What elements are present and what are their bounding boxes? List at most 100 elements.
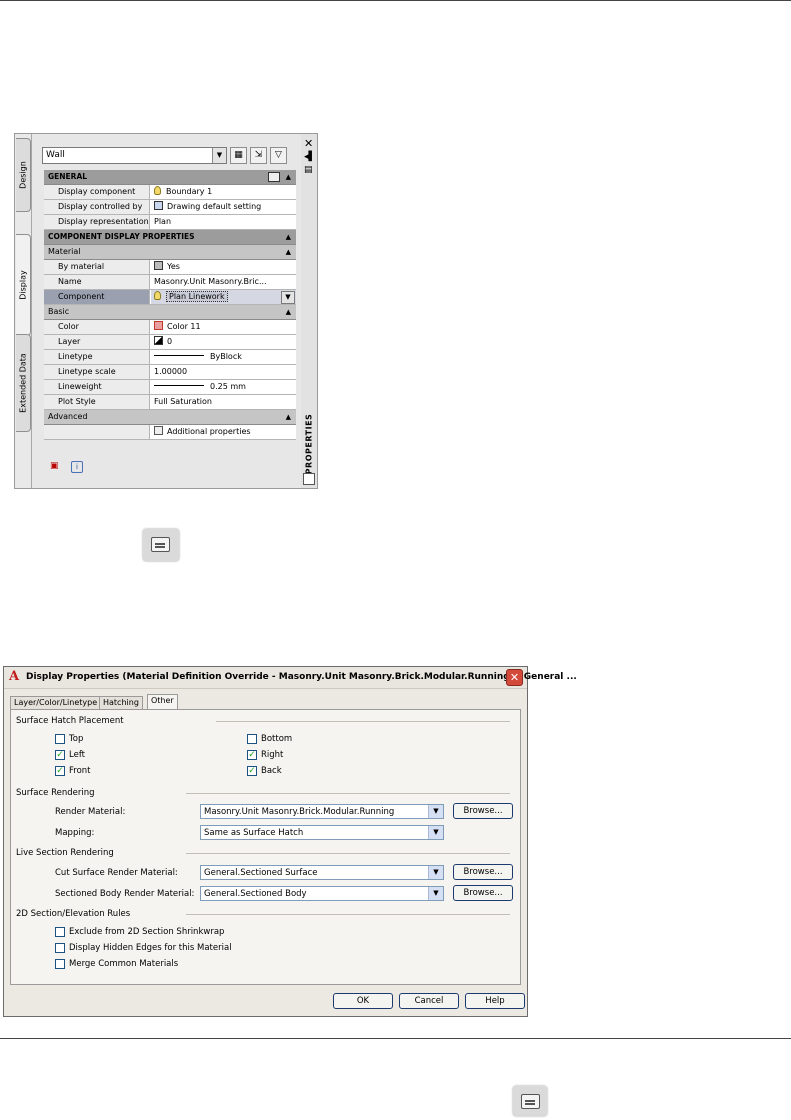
row-value[interactable]: 0	[151, 335, 296, 349]
row-linetype[interactable]: Linetype ByBlock	[44, 350, 296, 365]
auto-hide-icon[interactable]: ◂▌	[304, 152, 315, 162]
section-rules-group-label: 2D Section/Elevation Rules	[16, 909, 131, 919]
live-section-group-label: Live Section Rendering	[16, 848, 114, 858]
chevron-down-icon[interactable]: ▼	[281, 291, 295, 304]
collapse-icon[interactable]: ▲	[286, 230, 291, 244]
surface-rendering-group-label: Surface Rendering	[16, 788, 95, 798]
row-value[interactable]: Yes	[151, 260, 296, 274]
material-subheader[interactable]: Material ▲	[44, 245, 296, 260]
object-type-value: Wall	[46, 150, 65, 160]
row-display-component[interactable]: Display component Boundary 1	[44, 185, 296, 200]
additional-properties-icon[interactable]	[143, 529, 179, 561]
merge-common-materials-checkbox[interactable]	[55, 959, 65, 969]
chevron-down-icon[interactable]: ▼	[428, 805, 443, 818]
quick-select-icon[interactable]: ▽	[270, 147, 287, 164]
row-color[interactable]: Color Color 11	[44, 320, 296, 335]
cut-surface-select[interactable]: General.Sectioned Surface ▼	[200, 865, 444, 880]
palette-properties-icon[interactable]	[303, 473, 315, 485]
cancel-button[interactable]: Cancel	[399, 993, 459, 1009]
lineweight-swatch	[154, 385, 204, 386]
chevron-down-icon[interactable]: ▼	[428, 887, 443, 900]
linetype-value: ByBlock	[210, 352, 242, 361]
row-label	[44, 425, 150, 439]
material-name-value[interactable]: Masonry.Unit Masonry.Bric...	[151, 275, 296, 289]
row-layer[interactable]: Layer 0	[44, 335, 296, 350]
render-material-browse-button[interactable]: Browse...	[453, 803, 513, 819]
front-checkbox[interactable]: ✓	[55, 766, 65, 776]
row-display-controlled-by[interactable]: Display controlled by Drawing default se…	[44, 200, 296, 215]
row-by-material[interactable]: By material Yes	[44, 260, 296, 275]
row-value[interactable]: Additional properties	[151, 425, 296, 439]
row-value[interactable]: ByBlock	[151, 350, 296, 364]
row-linetype-scale[interactable]: Linetype scale 1.00000	[44, 365, 296, 380]
palette-title-strip: ✕ ◂▌ ▤ PROPERTIES	[301, 134, 317, 488]
close-icon[interactable]: ✕	[506, 669, 523, 686]
row-value[interactable]: Color 11	[151, 320, 296, 334]
exclude-shrinkwrap-checkbox[interactable]	[55, 927, 65, 937]
sectioned-body-browse-button[interactable]: Browse...	[453, 885, 513, 901]
properties-menu-icon[interactable]	[268, 172, 280, 182]
row-value[interactable]: Plan Linework	[151, 290, 296, 304]
linetype-scale-value[interactable]: 1.00000	[151, 365, 296, 379]
general-header[interactable]: GENERAL ▲	[44, 170, 296, 185]
row-component[interactable]: Component Plan Linework ▼	[44, 290, 296, 305]
close-icon[interactable]: ✕	[304, 137, 313, 150]
top-checkbox[interactable]	[55, 734, 65, 744]
chevron-down-icon[interactable]: ▼	[428, 826, 443, 839]
ok-button[interactable]: OK	[333, 993, 393, 1009]
row-material-name[interactable]: Name Masonry.Unit Masonry.Bric...	[44, 275, 296, 290]
collapse-icon[interactable]: ▲	[286, 170, 291, 184]
display-representation-value[interactable]: Plan	[151, 215, 296, 229]
mapping-select[interactable]: Same as Surface Hatch ▼	[200, 825, 444, 840]
info-icon[interactable]: i	[71, 461, 83, 473]
toggle-pickadd-icon[interactable]: ▦	[230, 147, 247, 164]
right-checkbox[interactable]: ✓	[247, 750, 257, 760]
row-label: Plot Style	[44, 395, 150, 409]
tab-extended-data[interactable]: Extended Data	[16, 334, 31, 432]
display-component-value: Boundary 1	[166, 187, 213, 196]
collapse-icon[interactable]: ▲	[286, 245, 291, 259]
basic-subheader[interactable]: Basic ▲	[44, 305, 296, 320]
collapse-icon[interactable]: ▲	[286, 410, 291, 424]
advanced-subheader[interactable]: Advanced ▲	[44, 410, 296, 425]
palette-title: PROPERTIES	[304, 413, 314, 475]
collapse-icon[interactable]: ▲	[286, 305, 291, 319]
back-checkbox[interactable]: ✓	[247, 766, 257, 776]
row-additional-properties[interactable]: Additional properties	[44, 425, 296, 440]
object-type-select[interactable]: Wall ▼	[42, 147, 227, 164]
palette-menu-icon[interactable]: ▤	[304, 165, 313, 175]
mapping-value: Same as Surface Hatch	[204, 828, 304, 838]
bottom-checkbox[interactable]	[247, 734, 257, 744]
dialog-title-bar: A Display Properties (Material Definitio…	[4, 667, 577, 689]
help-button[interactable]: Help	[465, 993, 525, 1009]
palette-side-tabs: Design Display Extended Data	[15, 134, 31, 488]
additional-properties-icon[interactable]	[513, 1086, 547, 1116]
tab-design[interactable]: Design	[16, 138, 31, 212]
row-display-representation[interactable]: Display representation Plan	[44, 215, 296, 230]
tab-display[interactable]: Display	[16, 234, 31, 336]
select-objects-icon[interactable]: ⇲	[250, 147, 267, 164]
plot-style-value[interactable]: Full Saturation	[151, 395, 296, 409]
tab-display-label: Display	[18, 270, 28, 300]
cut-surface-browse-button[interactable]: Browse...	[453, 864, 513, 880]
sectioned-body-select[interactable]: General.Sectioned Body ▼	[200, 886, 444, 901]
chevron-down-icon[interactable]: ▼	[428, 866, 443, 879]
row-label: Display representation	[44, 215, 150, 229]
row-value[interactable]: Drawing default setting	[151, 200, 296, 214]
display-hidden-edges-checkbox[interactable]	[55, 943, 65, 953]
row-value[interactable]: Boundary 1	[151, 185, 296, 199]
left-checkbox[interactable]: ✓	[55, 750, 65, 760]
tab-other[interactable]: Other	[147, 694, 178, 710]
row-value[interactable]: 0.25 mm	[151, 380, 296, 394]
property-grid: GENERAL ▲ Display component Boundary 1 D…	[44, 170, 296, 440]
row-label: Linetype scale	[44, 365, 150, 379]
ltscale-icon[interactable]: ▣	[50, 461, 62, 471]
render-material-select[interactable]: Masonry.Unit Masonry.Brick.Modular.Runni…	[200, 804, 444, 819]
tab-hatching[interactable]: Hatching	[99, 696, 143, 709]
row-lineweight[interactable]: Lineweight 0.25 mm	[44, 380, 296, 395]
component-display-header[interactable]: COMPONENT DISPLAY PROPERTIES ▲	[44, 230, 296, 245]
linetype-swatch	[154, 355, 204, 356]
chevron-down-icon[interactable]: ▼	[212, 148, 226, 163]
row-plot-style[interactable]: Plot Style Full Saturation	[44, 395, 296, 410]
tab-layer-color-linetype[interactable]: Layer/Color/Linetype	[10, 696, 102, 709]
